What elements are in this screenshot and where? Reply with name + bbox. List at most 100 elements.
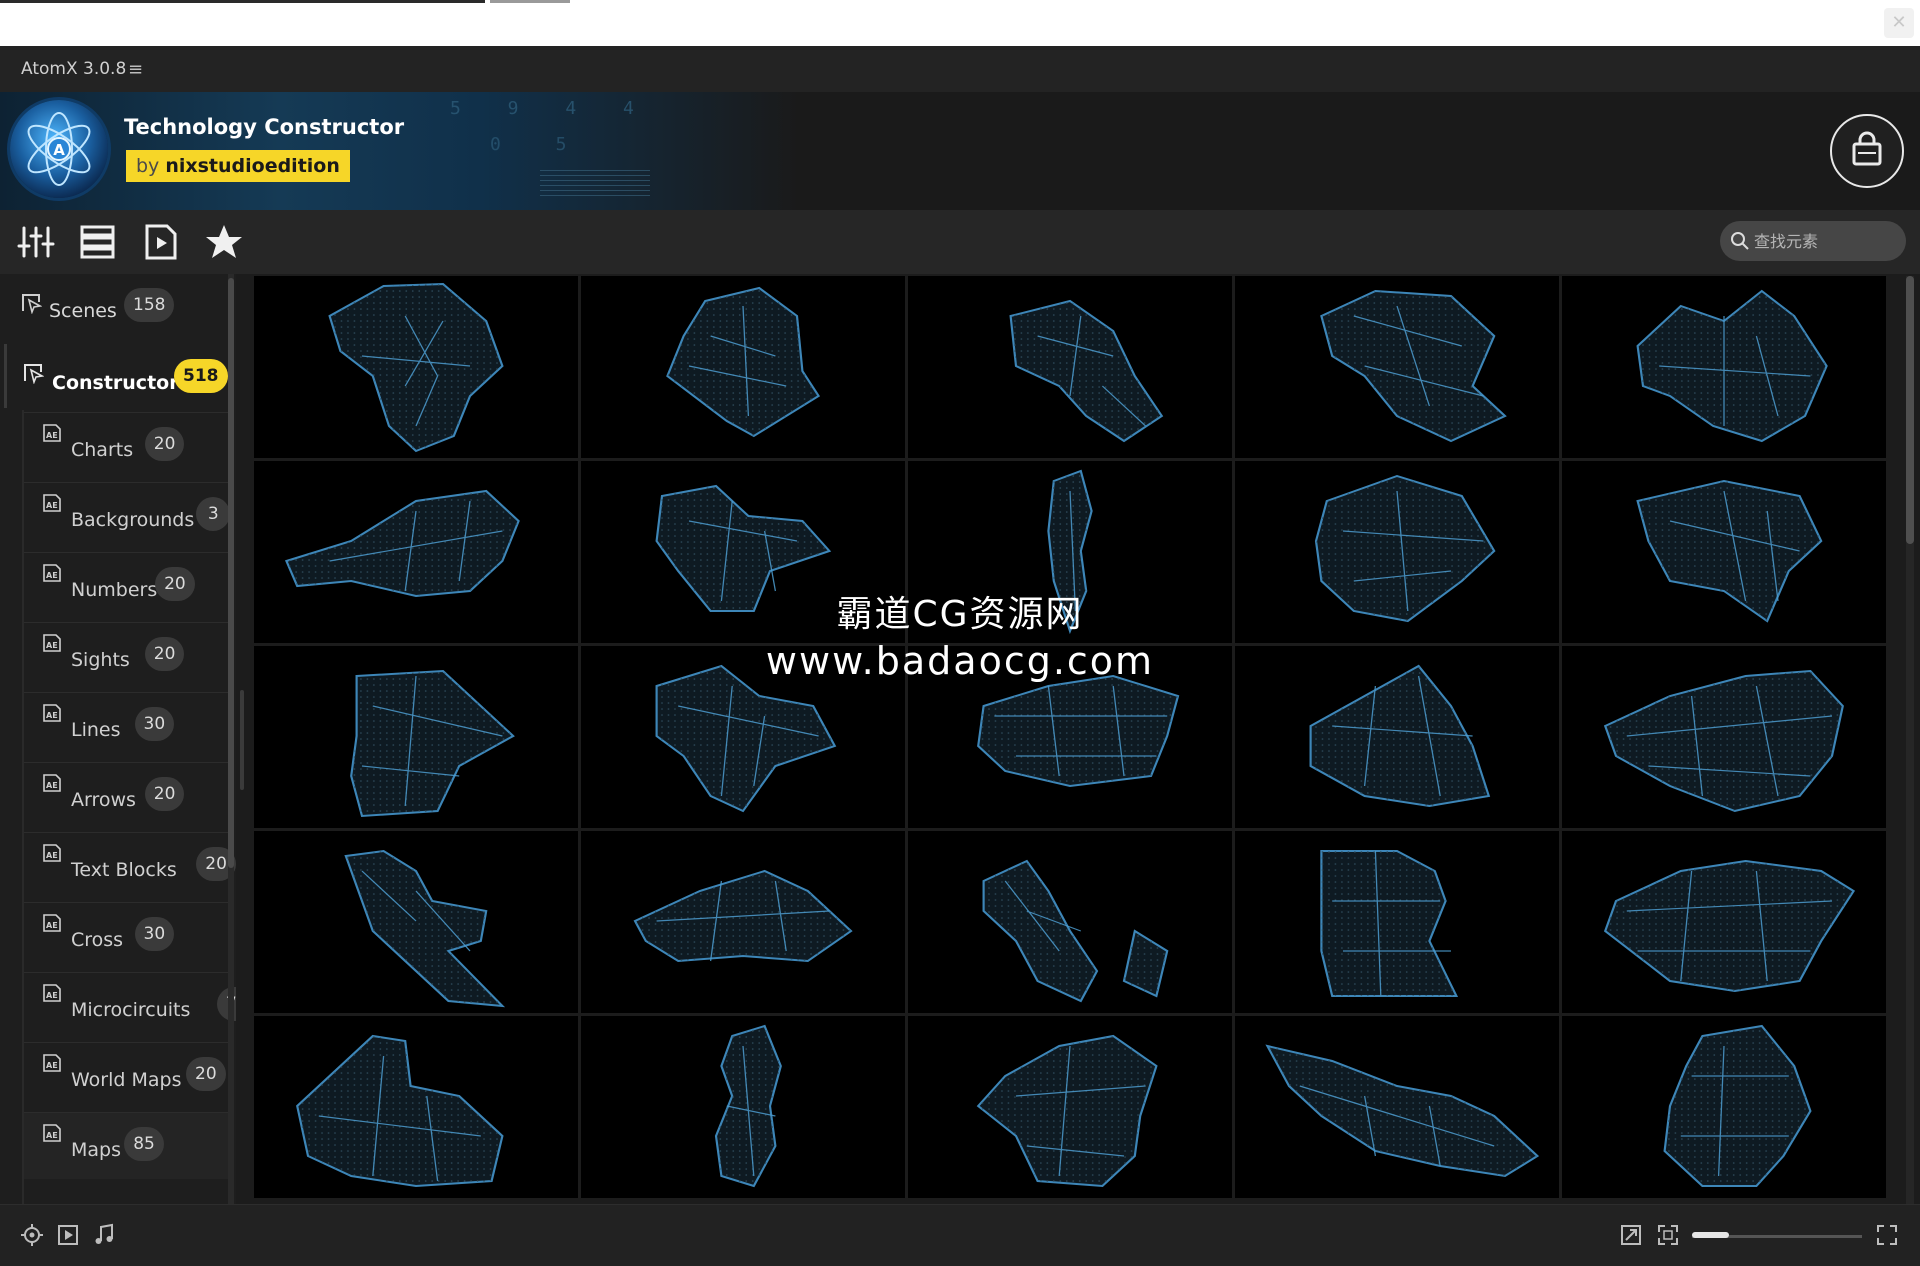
map-belgium-icon bbox=[1636, 479, 1823, 623]
sidebar-item-label: Sights bbox=[71, 649, 130, 671]
svg-text:AE: AE bbox=[46, 781, 58, 790]
ae-file-icon: AE bbox=[43, 1124, 61, 1142]
sidebar-item-constructor[interactable]: Constructor 518 bbox=[0, 344, 228, 408]
count-badge: 85 bbox=[124, 1127, 164, 1161]
map-australia-icon bbox=[1636, 289, 1828, 443]
sidebar-item-charts[interactable]: AE Charts 20 bbox=[24, 412, 228, 479]
resize-icon[interactable] bbox=[1619, 1223, 1643, 1247]
sidebar-item-label: Cross bbox=[71, 929, 124, 951]
svg-text:AE: AE bbox=[46, 921, 58, 930]
sidebar-item-text-blocks[interactable]: AE Text Blocks 20 bbox=[24, 832, 236, 899]
header-banner: 5 9 4 4 0 5 A Technology Constructor by n… bbox=[0, 92, 1920, 210]
sidebar-item-world-maps[interactable]: AE World Maps 20 bbox=[24, 1042, 228, 1109]
map-thumbnail[interactable] bbox=[254, 831, 578, 1013]
map-thumbnail[interactable] bbox=[581, 276, 905, 458]
map-thumbnail[interactable] bbox=[1562, 1016, 1886, 1198]
map-thumbnail[interactable] bbox=[1235, 1016, 1559, 1198]
map-thumbnail[interactable] bbox=[908, 276, 1232, 458]
sidebar-item-maps[interactable]: AE Maps 85 bbox=[24, 1112, 231, 1179]
play-file-icon[interactable] bbox=[141, 222, 181, 262]
map-georgia-icon bbox=[1265, 1044, 1540, 1178]
count-badge: 3 bbox=[196, 497, 231, 531]
sliders-icon[interactable] bbox=[16, 222, 56, 262]
watermark-line-1: 霸道CG资源网 bbox=[836, 594, 1084, 635]
target-icon[interactable] bbox=[20, 1223, 44, 1247]
sidebar-item-backgrounds[interactable]: AE Backgrounds 3 bbox=[24, 482, 231, 549]
map-denmark-icon bbox=[982, 859, 1169, 1003]
map-thumbnail[interactable] bbox=[908, 1016, 1232, 1198]
progress-bar bbox=[0, 0, 485, 3]
count-badge: 30 bbox=[134, 917, 175, 951]
sidebar: Scenes 158 Constructor 518 AE Charts 20 AE B… bbox=[0, 274, 236, 1204]
panel-splitter-handle[interactable] bbox=[240, 690, 244, 790]
map-thumbnail[interactable] bbox=[254, 1016, 578, 1198]
sidebar-item-label: Text Blocks bbox=[71, 859, 177, 881]
thumbnail-grid bbox=[251, 276, 1889, 1204]
map-thumbnail[interactable] bbox=[1235, 276, 1559, 458]
ae-file-icon: AE bbox=[43, 564, 61, 582]
list-icon[interactable] bbox=[78, 222, 118, 262]
search-box[interactable] bbox=[1720, 221, 1906, 261]
map-southeast-asia-icon bbox=[1320, 289, 1507, 443]
map-thumbnail[interactable] bbox=[254, 646, 578, 828]
author-badge[interactable]: by nixstudioedition bbox=[126, 150, 350, 182]
map-thumbnail[interactable] bbox=[1235, 831, 1559, 1013]
map-belarus-icon bbox=[1314, 474, 1496, 623]
hamburger-menu-icon[interactable]: ≡ bbox=[128, 59, 143, 80]
grid-scrollbar-thumb[interactable] bbox=[1906, 276, 1914, 544]
zoom-slider-fill[interactable] bbox=[1692, 1232, 1729, 1238]
shopping-bag-button[interactable] bbox=[1830, 114, 1904, 188]
sidebar-item-microcircuits[interactable]: AEMicrocircuits70 bbox=[24, 972, 236, 1039]
map-thumbnail[interactable] bbox=[1562, 646, 1886, 828]
map-thumbnail[interactable] bbox=[1562, 831, 1886, 1013]
sidebar-item-sights[interactable]: AE Sights 20 bbox=[24, 622, 228, 689]
svg-text:AE: AE bbox=[46, 1131, 58, 1140]
play-box-icon[interactable] bbox=[56, 1223, 80, 1247]
map-botswana-icon bbox=[350, 669, 515, 818]
toolbar bbox=[0, 210, 1920, 274]
map-thumbnail[interactable] bbox=[1562, 276, 1886, 458]
host-window-strip: ✕ bbox=[0, 0, 1920, 47]
svg-text:A: A bbox=[53, 141, 65, 159]
sidebar-item-label: Arrows bbox=[71, 789, 136, 811]
map-thumbnail[interactable] bbox=[1235, 646, 1559, 828]
sidebar-item-numbers[interactable]: AE Numbers 20 bbox=[24, 552, 228, 619]
map-thumbnail[interactable] bbox=[254, 276, 578, 458]
svg-text:AE: AE bbox=[46, 431, 58, 440]
ae-file-icon: AE bbox=[43, 424, 61, 442]
ae-file-icon: AE bbox=[43, 494, 61, 512]
svg-text:AE: AE bbox=[46, 711, 58, 720]
sidebar-item-arrows[interactable]: AE Arrows 20 bbox=[24, 762, 228, 829]
app-window: ✕ AtomX 3.0.8 ≡ 5 9 4 4 0 5 A Technology… bbox=[0, 0, 1920, 1266]
map-thumbnail[interactable] bbox=[254, 461, 578, 643]
map-austria-icon bbox=[284, 489, 520, 598]
sidebar-item-label: Microcircuits bbox=[71, 999, 191, 1021]
search-icon bbox=[1731, 232, 1749, 250]
map-egypt-icon bbox=[1320, 850, 1459, 997]
sidebar-item-cross[interactable]: AE Cross 30 bbox=[24, 902, 228, 969]
map-thumbnail[interactable] bbox=[581, 831, 905, 1013]
map-thumbnail[interactable] bbox=[1235, 461, 1559, 643]
svg-text:AE: AE bbox=[46, 851, 58, 860]
sidebar-item-scenes[interactable]: Scenes 158 bbox=[0, 274, 228, 338]
sidebar-item-label: Maps bbox=[71, 1139, 121, 1161]
search-input[interactable] bbox=[1754, 221, 1894, 261]
map-canada-icon bbox=[1309, 664, 1491, 808]
map-thumbnail[interactable] bbox=[908, 831, 1232, 1013]
watermark: 霸道CG资源网 www.badaocg.com bbox=[700, 585, 1220, 683]
expand-icon[interactable] bbox=[1875, 1223, 1899, 1247]
sidebar-item-label: Scenes bbox=[49, 300, 117, 322]
ae-file-icon: AE bbox=[43, 1054, 61, 1072]
close-icon[interactable]: ✕ bbox=[1884, 8, 1914, 38]
svg-text:AE: AE bbox=[46, 571, 58, 580]
fullscreen-icon[interactable] bbox=[1656, 1223, 1680, 1247]
sidebar-scrollbar-thumb[interactable] bbox=[228, 278, 234, 868]
star-icon[interactable] bbox=[204, 222, 244, 262]
map-thumbnail[interactable] bbox=[1562, 461, 1886, 643]
sidebar-item-lines[interactable]: AE Lines 30 bbox=[24, 692, 228, 759]
shopping-bag-icon bbox=[1852, 131, 1882, 166]
music-note-icon[interactable] bbox=[92, 1223, 116, 1247]
ae-file-icon: AE bbox=[43, 984, 61, 1002]
map-thumbnail[interactable] bbox=[581, 1016, 905, 1198]
sidebar-item-label: Charts bbox=[71, 439, 134, 461]
